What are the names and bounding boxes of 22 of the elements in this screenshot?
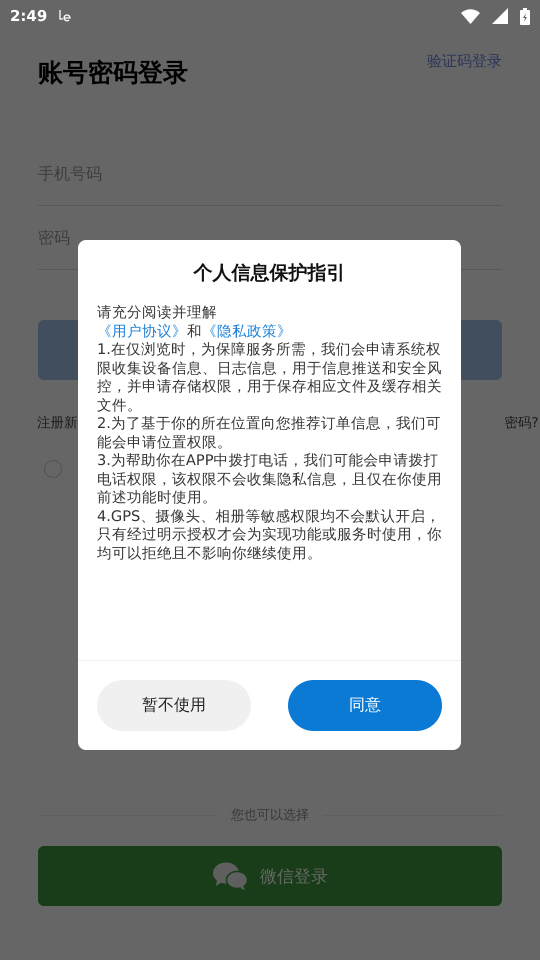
forgot-password-link[interactable]: 密码? bbox=[504, 414, 538, 432]
dialog-title: 个人信息保护指引 bbox=[192, 261, 346, 286]
register-link[interactable]: 注册新 bbox=[37, 414, 78, 432]
battery-icon bbox=[520, 8, 530, 24]
decline-button[interactable]: 暂不使用 bbox=[97, 680, 251, 731]
wechat-login-button[interactable]: 微信登录 bbox=[38, 846, 502, 906]
intro-text: 请充分阅读并理解 bbox=[97, 304, 218, 322]
policy-link[interactable]: 《用户协议》 bbox=[97, 322, 187, 340]
agree-button[interactable]: 同意 bbox=[288, 680, 442, 731]
policy-paragraph: 2.为了基于你的所在位置向您推荐订单信息，我们可能会申请位置权限。 bbox=[97, 415, 442, 452]
sms-login-link[interactable]: 验证码登录 bbox=[427, 52, 502, 71]
policy-paragraph: 3.为帮助你在APP中拨打电话，我们可能会申请拨打电话权限，该权限不会收集隐私信息，且仅在你使用前述功能时使用。 bbox=[97, 452, 442, 508]
policy-links-text: 《用户协议》和《隐私政策》 bbox=[97, 322, 293, 341]
policy-paragraph: 1.在仅浏览时，为保障服务所需，我们会申请系统权限收集设备信息、日志信息，用于信息推送和安全风控，并申请存储权限，用于保存相应文件及缓存相关文件。 bbox=[97, 341, 442, 415]
wechat-icon bbox=[212, 862, 248, 890]
status-time: 2:49 bbox=[10, 7, 48, 25]
wifi-icon bbox=[461, 8, 480, 24]
signal-icon bbox=[492, 8, 508, 24]
notification-icon bbox=[59, 9, 72, 23]
policy-paragraph: 4.GPS、摄像头、相册等敏感权限均不会默认开启，只有经过明示授权才会为实现功能或服务时使用，你均可以拒绝且不影响你继续使用。 bbox=[97, 508, 442, 563]
page-title: 账号密码登录 bbox=[38, 57, 188, 89]
policy-link[interactable]: 《隐私政策》 bbox=[202, 322, 292, 340]
